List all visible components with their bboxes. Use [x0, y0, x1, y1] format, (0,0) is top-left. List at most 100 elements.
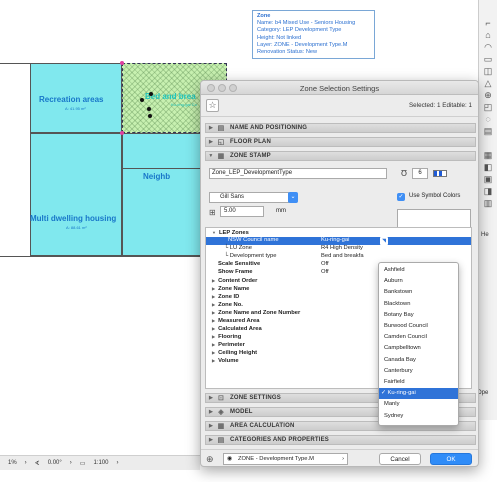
- tree-row[interactable]: ▼ LEP Zones: [206, 229, 471, 237]
- section-name-positioning[interactable]: ▶ ▤ NAME AND POSITIONING: [205, 123, 476, 133]
- tree-row[interactable]: └ Development type Bed and breakfa: [206, 253, 471, 261]
- zoom-value[interactable]: 1%: [8, 460, 17, 466]
- section-categories-properties[interactable]: ▶ ▤ CATEGORIES AND PROPERTIES: [205, 435, 476, 445]
- dropdown-option[interactable]: Camden Council: [379, 332, 458, 343]
- mesh-tool-icon[interactable]: △: [483, 78, 493, 88]
- object-tool-icon[interactable]: ◰: [483, 102, 493, 112]
- door-tool-icon[interactable]: ⌐: [483, 18, 493, 28]
- dropdown-option[interactable]: Campbelltown: [379, 343, 458, 354]
- dropdown-option-selected[interactable]: ✓ Ku-ring-gai: [379, 388, 458, 400]
- dialog-titlebar[interactable]: Zone Selection Settings: [201, 81, 478, 95]
- tree-key: Measured Area: [218, 318, 260, 324]
- zone-settings-icon: ⊡: [217, 395, 225, 402]
- chevron-down-icon[interactable]: ⌄: [288, 192, 298, 203]
- tree-row-selected[interactable]: NSW Council name Ku-ring-gai ◥: [206, 237, 471, 245]
- tooltip-line: Renovation Status: New: [257, 49, 318, 56]
- tree-key: Development type: [229, 253, 277, 259]
- expand-arrow-icon: ▶: [212, 278, 216, 283]
- stamp-name-field[interactable]: Zone_LEP_DevelopmentType: [209, 168, 387, 179]
- zone-neighbourhood[interactable]: Neighb: [122, 133, 202, 256]
- tree-key: Scale Sensitive: [218, 261, 261, 267]
- tree-branch-icon: └: [224, 245, 229, 251]
- scale-value[interactable]: 1:100: [93, 460, 108, 466]
- zone-name-label: Recreation areas: [39, 95, 104, 104]
- dimension-tool-icon[interactable]: ▦: [483, 150, 493, 160]
- label-tool-icon[interactable]: ◨: [483, 186, 493, 196]
- categories-icon: ▤: [217, 437, 225, 444]
- dropdown-option[interactable]: Manly: [379, 399, 458, 410]
- status-bar: 1% › ∢ 0.00° › ▭ 1:100 ›: [0, 455, 200, 470]
- dialog-footer: ⊕ ◉ ZONE - Development Type.M › Cancel O…: [201, 449, 478, 466]
- dropdown-option[interactable]: Botany Bay: [379, 310, 458, 321]
- selection-node[interactable]: [120, 61, 124, 65]
- hotspot-node[interactable]: [148, 114, 152, 118]
- dropdown-option[interactable]: Blacktown: [379, 299, 458, 310]
- layer-select[interactable]: ◉ ZONE - Development Type.M ›: [223, 453, 348, 465]
- section-floor-plan[interactable]: ▶ ◱ FLOOR PLAN: [205, 137, 476, 147]
- dropdown-option[interactable]: Burwood Council: [379, 321, 458, 332]
- wall-line: [122, 168, 202, 169]
- text-tool-icon[interactable]: ▣: [483, 174, 493, 184]
- dropdown-option[interactable]: Fairfield: [379, 377, 458, 388]
- tree-row[interactable]: └ LU Zone R4 High Density: [206, 245, 471, 253]
- expand-arrow-icon: ▶: [208, 423, 214, 429]
- zone-name-label: Multi dwelling housing: [30, 214, 117, 223]
- dropdown-option[interactable]: Sydney: [379, 411, 458, 422]
- text-size-icon: ⊞: [209, 208, 216, 217]
- level-tool-icon[interactable]: ◧: [483, 162, 493, 172]
- hotspot-node[interactable]: [140, 98, 144, 102]
- selection-node[interactable]: [120, 131, 124, 135]
- stamp-icon: ▦: [217, 153, 225, 160]
- tooltip-line: Category: LEP Development Type: [257, 27, 342, 34]
- dropdown-option[interactable]: Auburn: [379, 276, 458, 287]
- text-size-field[interactable]: 5.00: [220, 206, 264, 217]
- dropdown-option[interactable]: Canada Bay: [379, 355, 458, 366]
- area-icon: ▦: [217, 423, 225, 430]
- expand-arrow-icon: ▶: [212, 342, 216, 347]
- zone-area-label: Ku-ring-gai Co: [171, 102, 197, 107]
- skylight-tool-icon[interactable]: ▭: [483, 54, 493, 64]
- fill-tool-icon[interactable]: ▥: [483, 198, 493, 208]
- nav-arrow-icon[interactable]: ›: [116, 460, 118, 466]
- nav-arrow-icon[interactable]: ›: [70, 460, 72, 466]
- lamp-tool-icon[interactable]: ◌: [483, 114, 493, 124]
- zone-recreation-areas[interactable]: Recreation areas A: 41.95 m²: [30, 63, 122, 133]
- dropdown-option[interactable]: Ashfield: [379, 265, 458, 276]
- dropdown-arrow-icon[interactable]: ◥: [380, 237, 388, 245]
- angle-value[interactable]: 0.00°: [48, 460, 62, 466]
- hotspot-node[interactable]: [149, 92, 153, 96]
- shell-tool-icon[interactable]: ◠: [483, 42, 493, 52]
- angle-icon[interactable]: ∢: [35, 460, 40, 467]
- tree-key: Calculated Area: [218, 326, 262, 332]
- expand-arrow-icon: ▶: [212, 294, 216, 299]
- stair-tool-icon[interactable]: ▤: [483, 126, 493, 136]
- hotspot-node[interactable]: [147, 107, 151, 111]
- stamp-preview-icon[interactable]: [433, 170, 447, 177]
- tree-key: Volume: [218, 358, 239, 364]
- collapse-arrow-icon: ▼: [212, 230, 216, 235]
- palette-label: He: [481, 232, 489, 238]
- ok-button[interactable]: OK: [430, 453, 472, 465]
- nav-arrow-icon[interactable]: ›: [25, 460, 27, 466]
- section-zone-stamp[interactable]: ▼ ▦ ZONE STAMP: [205, 151, 476, 161]
- scale-icon[interactable]: ▭: [80, 460, 86, 467]
- tooltip-title: Zone: [257, 13, 271, 19]
- font-select[interactable]: Gill Sans: [209, 192, 289, 203]
- expand-arrow-icon: ▶: [208, 395, 214, 401]
- dropdown-option[interactable]: Bankstown: [379, 287, 458, 298]
- zone-tool-icon[interactable]: ⊕: [483, 90, 493, 100]
- council-dropdown-menu[interactable]: Ashfield Auburn Bankstown Blacktown Bota…: [378, 262, 459, 426]
- zone-name-label: Neighb: [143, 172, 171, 181]
- cancel-button[interactable]: Cancel: [379, 453, 421, 465]
- tooltip-line: Layer: ZONE - Development Type.M: [257, 41, 348, 48]
- zone-multi-dwelling[interactable]: Multi dwelling housing A: 88.61 m²: [30, 133, 122, 256]
- favorites-star-icon[interactable]: ☆: [206, 99, 219, 112]
- section-label: AREA CALCULATION: [230, 423, 295, 429]
- stamp-version-field[interactable]: 6: [412, 168, 428, 179]
- layer-eye-icon: ◉: [227, 456, 233, 462]
- tree-key: LU Zone: [229, 245, 252, 251]
- roof-tool-icon[interactable]: ⌂: [483, 30, 493, 40]
- dropdown-option[interactable]: Canterbury: [379, 366, 458, 377]
- use-symbol-colors-checkbox[interactable]: ✓: [397, 193, 405, 201]
- railing-tool-icon[interactable]: ◫: [483, 66, 493, 76]
